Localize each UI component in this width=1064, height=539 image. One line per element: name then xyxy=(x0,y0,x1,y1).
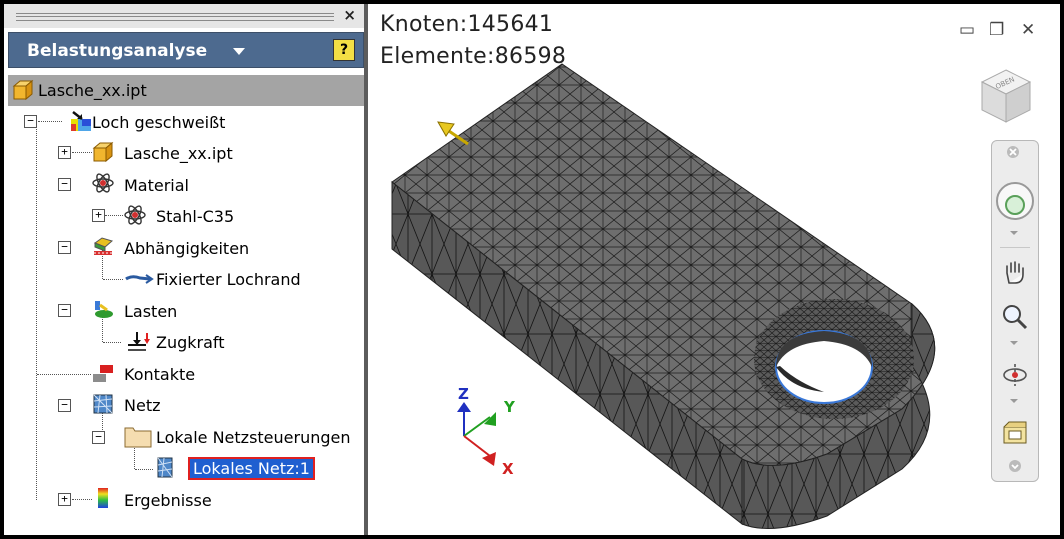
tree-item-label: Lasche_xx.ipt xyxy=(124,143,233,163)
tree-line xyxy=(135,469,153,470)
tree-item-local-mesh[interactable]: Lokales Netz:1 xyxy=(188,453,315,483)
constraints-icon xyxy=(93,237,114,255)
expand-toggle[interactable]: + xyxy=(92,209,105,222)
folder-icon xyxy=(124,427,152,448)
tree-line xyxy=(37,374,91,375)
stress-study-icon xyxy=(71,111,91,131)
selected-item-label[interactable]: Lokales Netz:1 xyxy=(188,456,315,480)
material-atom-icon xyxy=(124,205,146,225)
axis-z-label: Z xyxy=(458,385,469,403)
meshed-part-model: Z Y X xyxy=(391,63,936,529)
collapse-toggle[interactable]: − xyxy=(58,304,71,317)
fixed-constraint-icon xyxy=(125,274,154,284)
tree-item-fixed-constraint[interactable]: Fixierter Lochrand xyxy=(156,264,301,294)
tree-item-results[interactable]: Ergebnisse xyxy=(124,485,212,515)
part-cube-icon xyxy=(12,79,34,101)
tree-item-label: Abhängigkeiten xyxy=(124,238,250,258)
tree-line xyxy=(36,122,37,500)
tree-line xyxy=(72,499,92,500)
grip-lines xyxy=(16,13,334,21)
tree-item-mesh[interactable]: Netz xyxy=(124,390,160,420)
tree-line xyxy=(38,121,62,122)
tree-item-part[interactable]: Lasche_xx.ipt xyxy=(124,138,233,168)
collapse-toggle[interactable]: − xyxy=(24,115,37,128)
tree-item-loads[interactable]: Lasten xyxy=(124,296,177,326)
tree-item-local-mesh-controls[interactable]: Lokale Netzsteuerungen xyxy=(156,422,351,452)
expand-toggle[interactable]: + xyxy=(58,146,71,159)
root-file-label: Lasche_xx.ipt xyxy=(38,81,147,100)
tree-line xyxy=(103,342,121,343)
tree-item-label: Ergebnisse xyxy=(124,490,212,510)
mesh-icon xyxy=(93,394,113,414)
tree-item-study[interactable]: Loch geschweißt xyxy=(92,107,225,137)
root-file-row[interactable]: Lasche_xx.ipt xyxy=(8,75,364,106)
force-load-icon xyxy=(128,332,150,351)
coordinate-triad: Z Y X xyxy=(457,385,516,478)
tree-item-label: Loch geschweißt xyxy=(92,112,226,132)
tree-item-material-steel[interactable]: Stahl-C35 xyxy=(156,201,234,231)
tree-item-label: Zugkraft xyxy=(156,332,225,352)
collapse-toggle[interactable]: − xyxy=(58,399,71,412)
panel-grip[interactable]: × xyxy=(4,4,364,28)
part-cube-icon xyxy=(92,141,114,163)
tree-item-material[interactable]: Material xyxy=(124,170,189,200)
collapse-toggle[interactable]: − xyxy=(58,241,71,254)
tree-item-label: Kontakte xyxy=(124,364,196,384)
loads-icon xyxy=(95,301,113,318)
contacts-icon xyxy=(93,365,113,382)
browser-header[interactable]: Belastungsanalyse ? xyxy=(8,32,364,68)
tree-item-label: Netz xyxy=(124,395,161,415)
chevron-down-icon[interactable] xyxy=(233,48,245,55)
help-icon[interactable]: ? xyxy=(333,39,355,61)
axis-x-label: X xyxy=(502,460,514,478)
material-atom-icon xyxy=(92,173,114,193)
tree-item-contacts[interactable]: Kontakte xyxy=(124,359,195,389)
tree-item-force[interactable]: Zugkraft xyxy=(156,327,225,357)
tree-line xyxy=(72,152,92,153)
collapse-toggle[interactable]: − xyxy=(58,178,71,191)
graphics-viewport[interactable]: Knoten:145641 Elemente:86598 ▭ ❐ ✕ OBEN xyxy=(372,4,1060,535)
tree-item-label: Stahl-C35 xyxy=(156,206,235,226)
tree-line xyxy=(103,279,123,280)
tree-item-label: Lokale Netzsteuerungen xyxy=(156,427,351,447)
tree-item-label: Material xyxy=(124,175,189,195)
tree-item-label: Fixierter Lochrand xyxy=(156,269,301,289)
close-panel-icon[interactable]: × xyxy=(343,6,356,24)
results-gradient-icon xyxy=(98,488,108,508)
browser-title[interactable]: Belastungsanalyse xyxy=(27,41,207,61)
mesh-icon xyxy=(157,457,173,478)
expand-toggle[interactable]: + xyxy=(58,493,71,506)
collapse-toggle[interactable]: − xyxy=(92,431,105,444)
tree-line xyxy=(105,215,123,216)
browser-panel: × Belastungsanalyse ? Lasche_xx.ipt − Lo… xyxy=(4,4,368,535)
tree-item-constraints[interactable]: Abhängigkeiten xyxy=(124,233,249,263)
axis-y-label: Y xyxy=(503,398,516,416)
tree-item-label: Lasten xyxy=(124,301,178,321)
